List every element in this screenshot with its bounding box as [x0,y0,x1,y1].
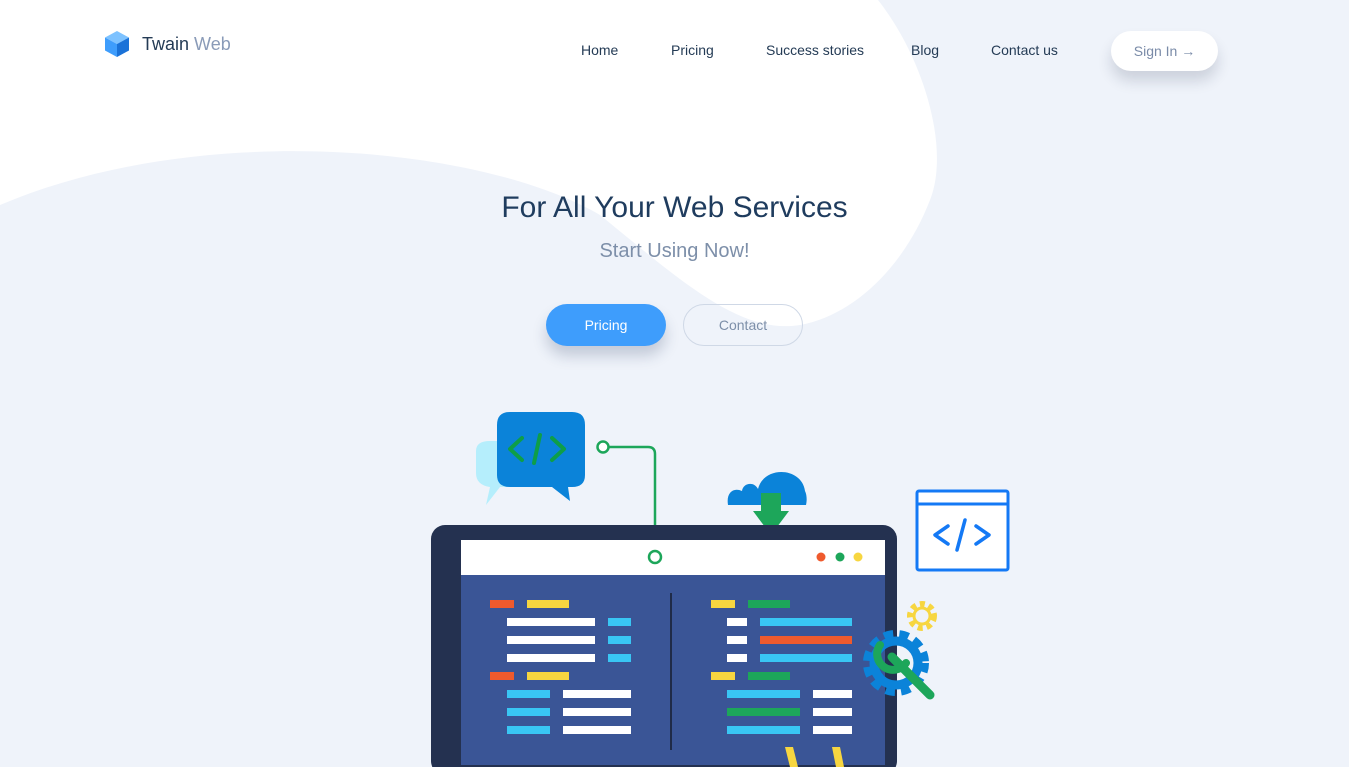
brand-name-primary: Twain [142,33,190,54]
laptop-code-editor-icon [431,525,897,767]
contact-button[interactable]: Contact [683,304,803,346]
nav-link-pricing[interactable]: Pricing [671,42,714,58]
pricing-button[interactable]: Pricing [546,304,666,346]
nav-link-contact-us[interactable]: Contact us [991,42,1058,58]
nav-link-success-stories[interactable]: Success stories [766,42,864,58]
nav-link-blog[interactable]: Blog [911,42,939,58]
hero-illustration [431,412,1010,767]
code-window-icon [915,489,1010,572]
brand-logo[interactable]: Twain Web [104,30,231,58]
hero-title: For All Your Web Services [501,191,848,224]
brand-name-accent: Web [194,33,231,54]
hero-subtitle: Start Using Now! [599,240,750,262]
sign-in-button[interactable]: Sign In → [1111,31,1218,71]
nav-link-home[interactable]: Home [581,42,618,58]
code-chat-bubble-icon [476,412,585,505]
top-navigation-bar: Twain Web Home Pricing Success stories B… [0,0,1349,100]
cube-logo-icon [105,31,129,57]
brand-name: Twain Web [142,34,231,55]
